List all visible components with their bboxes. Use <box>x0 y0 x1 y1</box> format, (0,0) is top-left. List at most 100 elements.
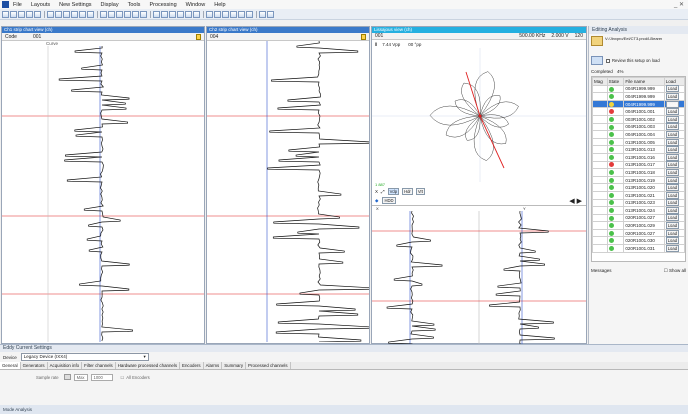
file-row[interactable]: 013R1001.005 Load <box>592 137 685 147</box>
toolbar-stop-icon[interactable] <box>222 10 229 18</box>
nav-arrows-icon[interactable]: ◀ ▶ <box>569 197 582 205</box>
info-icon[interactable] <box>361 33 366 40</box>
tab-generators[interactable]: Generators <box>21 362 48 369</box>
all-encoders-checkbox[interactable]: ☐ <box>121 375 125 380</box>
tab-general[interactable]: General <box>0 362 21 369</box>
toolbar-pan-icon[interactable] <box>108 10 115 18</box>
toolbar-layout-icon[interactable] <box>140 10 147 18</box>
file-row[interactable]: 013R1001.024 Load <box>592 206 685 215</box>
vrt-button[interactable]: Vrt <box>415 188 426 195</box>
load-button[interactable]: Load <box>665 237 680 245</box>
load-button[interactable]: Load <box>665 130 680 138</box>
column-load[interactable]: Load <box>663 77 685 86</box>
channel-select[interactable]: 001 <box>375 33 383 39</box>
hdd-button[interactable]: HDD <box>382 197 396 204</box>
column-mag[interactable]: Mag <box>592 77 608 86</box>
load-button[interactable]: Load <box>665 184 680 192</box>
load-button[interactable]: Load <box>665 108 680 116</box>
tab-filter-channels[interactable]: Filter channels <box>82 362 116 369</box>
menu-new-settings[interactable]: New Settings <box>59 2 91 8</box>
load-button[interactable]: Load <box>665 161 680 169</box>
menu-layouts[interactable]: Layouts <box>31 2 50 8</box>
load-button[interactable]: Load <box>665 168 680 176</box>
mini-strip-charts[interactable] <box>372 211 586 351</box>
file-row[interactable]: 013R1001.021 Load <box>592 190 685 200</box>
tab-encoders[interactable]: Encoders <box>180 362 204 369</box>
mode-zoom-icon[interactable]: ⤢ <box>381 189 385 194</box>
load-button[interactable]: Load <box>665 176 680 184</box>
file-row[interactable]: 013R1001.013 Load <box>592 145 685 154</box>
toolbar-help-icon[interactable] <box>267 10 274 18</box>
menu-tools[interactable]: Tools <box>128 2 141 8</box>
toolbar-zoom-out-icon[interactable] <box>87 10 94 18</box>
menu-window[interactable]: Window <box>186 2 206 8</box>
toolbar-marker-icon[interactable] <box>238 10 245 18</box>
load-button[interactable]: Load <box>665 206 680 214</box>
rate-grid-icon[interactable] <box>63 374 71 380</box>
load-button[interactable]: Load <box>665 229 680 237</box>
file-row[interactable]: 004R1001.001 Load <box>592 107 685 116</box>
file-row[interactable]: 004R1001.003 Load <box>592 122 685 132</box>
device-select[interactable]: Legacy Device (IXX4) ▾ <box>20 353 149 361</box>
file-row[interactable]: 013R1001.023 Load <box>592 198 685 208</box>
load-button[interactable]: Load <box>665 153 680 161</box>
toolbar-new-icon[interactable] <box>2 10 9 18</box>
file-row[interactable]: 020R1001.027 Load <box>592 228 685 238</box>
show-all-checkbox[interactable]: ☐ Show all <box>664 268 686 274</box>
toolbar-cursor-icon[interactable] <box>116 10 123 18</box>
tab-summary[interactable]: Summary <box>222 362 247 369</box>
tab-alarms[interactable]: Alarms <box>204 362 223 369</box>
toolbar-open-icon[interactable] <box>10 10 17 18</box>
menu-processing[interactable]: Processing <box>149 2 176 8</box>
channel-select[interactable]: 004 <box>210 34 218 40</box>
load-button[interactable]: Load <box>665 138 680 146</box>
toolbar-record-icon[interactable] <box>230 10 237 18</box>
toolbar-fit-icon[interactable] <box>100 10 107 18</box>
load-button[interactable]: Load <box>665 222 680 230</box>
file-row[interactable]: 020R1001.030 Load <box>592 236 685 246</box>
toolbar-undo-icon[interactable] <box>34 10 41 18</box>
hdd-icon[interactable]: ◆ <box>375 198 378 204</box>
load-button[interactable]: Load <box>665 123 680 131</box>
strip-chart-1[interactable] <box>2 46 204 342</box>
file-row[interactable]: 004R1999.999 Load <box>592 84 685 94</box>
toolbar-sync-icon[interactable] <box>206 10 213 18</box>
window-controls[interactable]: _ ✕ <box>674 1 684 8</box>
file-row[interactable]: 004R1999.999 Load <box>592 92 685 101</box>
load-button[interactable]: Load <box>665 92 680 100</box>
load-button[interactable]: Load <box>665 115 680 123</box>
file-row[interactable]: 020R1001.027 Load <box>592 213 685 223</box>
file-row[interactable]: 003R1001.002 Load <box>592 114 685 124</box>
toolbar-flag-icon[interactable] <box>246 10 253 18</box>
lissajous-plot[interactable] <box>372 48 586 182</box>
tab-processed-channels[interactable]: Processed channels <box>246 362 291 369</box>
toolbar-import-icon[interactable] <box>193 10 200 18</box>
load-button[interactable]: Load <box>665 100 680 108</box>
toolbar-save-icon[interactable] <box>18 10 25 18</box>
load-button[interactable]: Load <box>665 85 680 93</box>
column-state[interactable]: State <box>606 77 625 86</box>
toolbar-filter-icon[interactable] <box>177 10 184 18</box>
file-row[interactable]: 013R1001.018 Load <box>592 168 685 177</box>
review-checkbox[interactable] <box>606 58 610 63</box>
menu-display[interactable]: Display <box>101 2 119 8</box>
toolbar-copy-icon[interactable] <box>63 10 70 18</box>
load-button[interactable]: Load <box>665 244 680 252</box>
column-file-name[interactable]: File name <box>623 77 665 86</box>
channel-select[interactable]: 001 <box>33 34 41 40</box>
toolbar-settings-icon[interactable] <box>169 10 176 18</box>
toolbar-report-icon[interactable] <box>259 10 266 18</box>
toolbar-zoom-in-icon[interactable] <box>79 10 86 18</box>
toolbar-cut-icon[interactable] <box>55 10 62 18</box>
file-row[interactable]: 013R1001.020 Load <box>592 183 685 192</box>
file-row[interactable]: 013R1001.019 Load <box>592 175 685 185</box>
rate-value-field[interactable]: 1000 <box>90 373 113 381</box>
file-row[interactable]: 020R1001.029 Load <box>592 221 685 230</box>
load-button[interactable]: Load <box>665 191 680 199</box>
file-row[interactable]: 020R1001.031 Load <box>592 244 685 253</box>
toolbar-grid-icon[interactable] <box>132 10 139 18</box>
toolbar-play-icon[interactable] <box>214 10 221 18</box>
toolbar-redo-icon[interactable] <box>47 10 54 18</box>
toolbar-export-icon[interactable] <box>185 10 192 18</box>
load-button[interactable]: Load <box>665 146 680 154</box>
